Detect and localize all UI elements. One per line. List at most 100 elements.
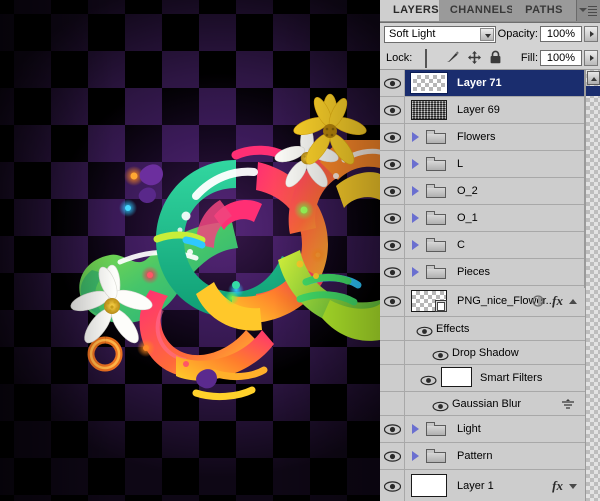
- canvas-edge-shading: [0, 0, 380, 501]
- triangle-right-icon[interactable]: [411, 267, 420, 277]
- eye-icon[interactable]: [384, 451, 401, 462]
- triangle-right-icon[interactable]: [411, 240, 420, 250]
- layer-row-l[interactable]: L: [380, 151, 585, 178]
- layer-name[interactable]: Pattern: [457, 449, 492, 463]
- visibility-cell[interactable]: [380, 470, 405, 501]
- layer-row-c[interactable]: C: [380, 232, 585, 259]
- layer-thumbnail[interactable]: [410, 72, 448, 94]
- triangle-right-icon[interactable]: [411, 132, 420, 142]
- visibility-cell[interactable]: [380, 416, 405, 442]
- visibility-cell[interactable]: [380, 151, 405, 177]
- eye-icon[interactable]: [432, 348, 449, 360]
- layers-list[interactable]: Layer 71 Layer 69 Flowers L O_2 O_1 C Pi…: [380, 69, 600, 501]
- visibility-cell[interactable]: [380, 259, 405, 285]
- layer-row-o-2[interactable]: O_2: [380, 178, 585, 205]
- layer-thumbnail[interactable]: [411, 290, 447, 312]
- filter-options-icon[interactable]: [561, 398, 575, 410]
- eye-icon[interactable]: [416, 324, 433, 336]
- eye-icon[interactable]: [384, 105, 401, 116]
- triangle-right-icon[interactable]: [411, 451, 420, 461]
- transparency-checker-icon[interactable]: [423, 49, 440, 68]
- fx-icon[interactable]: fx: [552, 478, 563, 493]
- padlock-icon[interactable]: [487, 50, 504, 65]
- layer-row-layer-1[interactable]: Layer 1 fx: [380, 470, 585, 501]
- layer-name[interactable]: Layer 1: [457, 479, 494, 493]
- layer-name[interactable]: Layer 69: [457, 103, 500, 117]
- visibility-cell[interactable]: [380, 124, 405, 150]
- layer-row-layer-69[interactable]: Layer 69: [380, 97, 585, 124]
- smart-filter-mask-thumbnail[interactable]: [441, 367, 472, 387]
- layer-name[interactable]: Flowers: [457, 130, 496, 144]
- eye-icon[interactable]: [432, 399, 449, 411]
- fill-spinner-icon[interactable]: [584, 50, 598, 66]
- visibility-cell-empty: [380, 317, 405, 340]
- visibility-cell[interactable]: [380, 178, 405, 204]
- layer-name[interactable]: O_1: [457, 211, 478, 225]
- triangle-right-icon[interactable]: [411, 186, 420, 196]
- expand-triangle-icon[interactable]: [569, 299, 577, 304]
- triangle-right-icon[interactable]: [411, 424, 420, 434]
- layer-row-png-nice-flower[interactable]: PNG_nice_Flower... fx: [380, 286, 585, 317]
- blend-mode-select[interactable]: Soft Light: [384, 26, 496, 43]
- layers-scrollbar[interactable]: [585, 70, 600, 501]
- layer-name[interactable]: L: [457, 157, 463, 171]
- triangle-right-icon[interactable]: [411, 213, 420, 223]
- artwork-canvas[interactable]: [0, 0, 380, 501]
- triangle-right-icon[interactable]: [411, 159, 420, 169]
- effects-label: Effects: [436, 322, 470, 335]
- smart-filter-icon[interactable]: [532, 295, 544, 307]
- fill-input[interactable]: 100%: [540, 50, 582, 66]
- visibility-cell[interactable]: [380, 205, 405, 231]
- layer-row-pieces[interactable]: Pieces: [380, 259, 585, 286]
- visibility-cell[interactable]: [380, 286, 405, 316]
- filter-row-gaussian-blur[interactable]: Gaussian Blur: [380, 392, 585, 416]
- visibility-cell[interactable]: [380, 97, 405, 123]
- blend-mode-row: Soft Light Opacity: 100%: [380, 23, 600, 47]
- layer-name[interactable]: Pieces: [457, 265, 490, 279]
- effect-row-drop-shadow[interactable]: Drop Shadow: [380, 341, 585, 365]
- eye-icon[interactable]: [384, 132, 401, 143]
- layer-row-layer-71[interactable]: Layer 71: [380, 70, 585, 97]
- layer-name[interactable]: Light: [457, 422, 481, 436]
- scrollbar-thumb[interactable]: [586, 86, 600, 96]
- eye-icon[interactable]: [384, 159, 401, 170]
- eye-icon[interactable]: [420, 373, 437, 386]
- layer-row-flowers[interactable]: Flowers: [380, 124, 585, 151]
- visibility-cell[interactable]: [380, 232, 405, 258]
- layer-row-light[interactable]: Light: [380, 416, 585, 443]
- panel-menu-lines-icon: [588, 6, 597, 16]
- brush-icon[interactable]: [444, 50, 461, 65]
- opacity-input[interactable]: 100%: [540, 26, 582, 42]
- opacity-spinner-icon[interactable]: [584, 26, 598, 42]
- expand-triangle-icon[interactable]: [569, 483, 577, 489]
- visibility-cell[interactable]: [380, 70, 405, 96]
- eye-icon[interactable]: [384, 213, 401, 224]
- visibility-cell[interactable]: [380, 443, 405, 469]
- eye-icon[interactable]: [384, 480, 401, 492]
- layer-row-o-1[interactable]: O_1: [380, 205, 585, 232]
- layer-thumbnail[interactable]: [411, 100, 447, 120]
- eye-icon[interactable]: [384, 296, 401, 307]
- eye-icon[interactable]: [384, 78, 401, 89]
- eye-icon[interactable]: [384, 240, 401, 251]
- smart-filters-header-row[interactable]: Smart Filters: [380, 365, 585, 392]
- folder-icon: [426, 211, 447, 226]
- fx-icon[interactable]: fx: [552, 294, 563, 308]
- chevron-down-icon[interactable]: [480, 28, 494, 41]
- layer-name[interactable]: C: [457, 238, 465, 252]
- layer-name[interactable]: O_2: [457, 184, 478, 198]
- layer-thumbnail[interactable]: [411, 474, 447, 497]
- visibility-cell-empty: [380, 341, 405, 364]
- move-icon[interactable]: [466, 50, 483, 65]
- panel-menu-triangle-icon: [579, 8, 587, 12]
- layer-name[interactable]: Layer 71: [457, 76, 502, 90]
- scroll-up-arrow-icon[interactable]: [587, 71, 600, 85]
- layer-row-pattern[interactable]: Pattern: [380, 443, 585, 470]
- eye-icon[interactable]: [384, 267, 401, 278]
- effects-header-row[interactable]: Effects: [380, 317, 585, 341]
- eye-icon[interactable]: [384, 186, 401, 197]
- eye-icon[interactable]: [384, 424, 401, 435]
- folder-icon: [426, 238, 447, 253]
- tab-paths[interactable]: PATHS: [512, 0, 577, 21]
- panel-menu-icon[interactable]: [579, 4, 597, 18]
